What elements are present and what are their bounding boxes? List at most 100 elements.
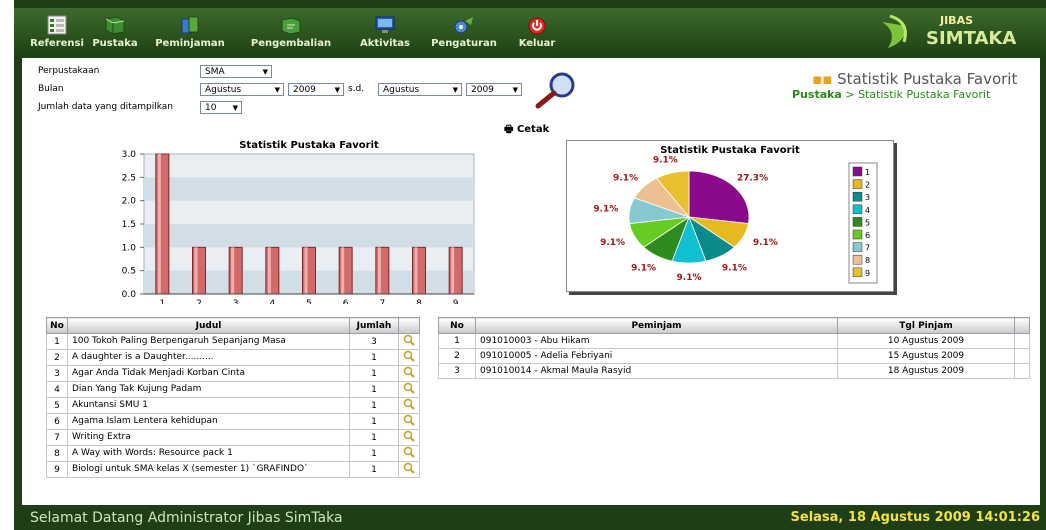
magnifier-icon [403, 414, 415, 426]
menu-pustaka[interactable]: Pustaka [90, 8, 140, 58]
perpustakaan-select[interactable]: SMA ▼ [200, 65, 272, 78]
legend-swatch [852, 166, 863, 177]
menu-label: Pengaturan [431, 38, 497, 49]
view-detail-button[interactable] [398, 381, 420, 398]
slice-value-label: 9.1% [631, 263, 656, 273]
perpustakaan-label: Perpustakaan [38, 66, 100, 76]
legend-swatch [852, 229, 863, 240]
jumlah-label: Jumlah data yang ditampilkan [38, 102, 173, 112]
menu-pengembalian[interactable]: Pengembalian [240, 8, 342, 58]
y-tick-label: 2.0 [122, 197, 137, 207]
view-detail-button[interactable] [398, 365, 420, 382]
legend-label: 5 [865, 218, 870, 227]
status-footer: Selamat Datang Administrator Jibas SimTa… [14, 505, 1046, 530]
menu-peminjaman[interactable]: Peminjaman [146, 8, 234, 58]
menu-keluar[interactable]: Keluar [512, 8, 562, 58]
bar-highlight [231, 247, 235, 294]
cell-no: 6 [46, 413, 68, 430]
logo-top: JIBAS [939, 14, 973, 27]
legend-label: 2 [865, 181, 870, 190]
search-button[interactable] [530, 70, 580, 110]
book-icon [103, 14, 127, 36]
y-tick-label: 2.5 [122, 173, 136, 183]
chart-bullet-icon: ▪▪ [812, 70, 833, 88]
cell-judul: 100 Tokoh Paling Berpengaruh Sepanjang M… [67, 333, 350, 350]
slice-value-label: 9.1% [753, 238, 778, 248]
cell-jumlah: 1 [349, 397, 399, 414]
menu-pengaturan[interactable]: Pengaturan [424, 8, 504, 58]
y-tick-label: 3.0 [122, 150, 137, 160]
chevron-down-icon: ▼ [262, 68, 268, 76]
datetime-text: Selasa, 18 Agustus 2009 14:01:26 [790, 510, 1040, 525]
table-row: 3 Agar Anda Tidak Menjadi Korban Cinta 1 [46, 365, 420, 382]
view-detail-button[interactable] [398, 413, 420, 430]
table-header-row: No Peminjam Tgl Pinjam [438, 317, 1030, 334]
breadcrumb-root[interactable]: Pustaka [792, 88, 842, 101]
cell-scroll [1014, 348, 1030, 364]
bulan-from-year-select[interactable]: 2009 ▼ [288, 83, 344, 96]
legend-swatch [852, 217, 863, 227]
col-judul: Judul [67, 317, 350, 334]
magnifier-icon [403, 446, 415, 458]
menu-label: Peminjaman [155, 38, 225, 49]
settings-icon [452, 14, 476, 36]
borrow-icon [178, 14, 202, 36]
magnifier-icon [403, 382, 415, 394]
grid-band [144, 177, 474, 201]
legend-label: 4 [865, 206, 870, 215]
view-detail-button[interactable] [398, 397, 420, 414]
cell-tgl-pinjam: 15 Agustus 2009 [837, 348, 1015, 364]
cell-judul: A daughter is a Daughter.......... [67, 349, 350, 366]
view-detail-button[interactable] [398, 429, 420, 446]
bar [265, 246, 280, 295]
bulan-from-month-select[interactable]: Agustus ▼ [200, 83, 284, 96]
print-button[interactable]: 🖶 Cetak [504, 122, 549, 139]
chevron-down-icon: ▼ [512, 86, 518, 94]
table-header-row: No Judul Jumlah [46, 317, 420, 334]
legend-swatch [852, 204, 863, 215]
table-row: 5 Akuntansi SMU 11 [46, 397, 420, 414]
pie-chart-title: Statistik Pustaka Favorit [660, 145, 800, 156]
cell-jumlah: 1 [349, 365, 399, 382]
cell-no: 5 [46, 397, 68, 414]
menu-aktivitas[interactable]: Aktivitas [352, 8, 418, 58]
jumlah-select[interactable]: 10 ▼ [200, 101, 242, 114]
printer-icon: 🖶 [504, 124, 514, 135]
bulan-to-month-select[interactable]: Agustus ▼ [378, 83, 462, 96]
menu-referensi[interactable]: Referensi [26, 8, 88, 58]
cell-jumlah: 1 [349, 429, 399, 446]
legend-label: 3 [865, 193, 870, 202]
magnifier-icon [403, 398, 415, 410]
view-detail-button[interactable] [398, 349, 420, 366]
cell-no: 1 [46, 333, 68, 350]
slice-value-label: 27.3% [737, 174, 768, 184]
magnifier-icon [403, 334, 415, 346]
pie-chart: Statistik Pustaka Favorit 27.3% 9.1% 9.1% 9.… [593, 145, 878, 284]
simtaka-logo: JIBAS SIMTAKA [880, 12, 1030, 50]
cell-jumlah: 1 [349, 445, 399, 462]
list-icon [45, 14, 69, 36]
bar-highlight [414, 247, 418, 294]
bar-highlight [194, 247, 198, 294]
menu-label: Keluar [518, 38, 556, 49]
x-tick-label: 7 [379, 299, 385, 304]
x-tick-label: 6 [343, 299, 349, 304]
cell-judul: Akuntansi SMU 1 [67, 397, 350, 414]
slice-value-label: 9.1% [653, 155, 678, 165]
page-title: ▪▪ Statistik Pustaka Favorit [812, 70, 1018, 88]
cell-judul: A Way with Words: Resource pack 1 [67, 445, 350, 462]
x-tick-label: 8 [416, 299, 422, 304]
view-detail-button[interactable] [398, 461, 420, 478]
bulan-to-year-select[interactable]: 2009 ▼ [466, 83, 522, 96]
cell-no: 2 [438, 348, 476, 364]
view-detail-button[interactable] [398, 333, 420, 350]
power-icon [525, 14, 549, 36]
col-jumlah: Jumlah [349, 317, 399, 334]
y-tick-label: 1.5 [122, 220, 136, 230]
cell-jumlah: 3 [349, 333, 399, 350]
cell-no: 9 [46, 461, 68, 478]
y-tick-label: 1.0 [122, 243, 137, 253]
view-detail-button[interactable] [398, 445, 420, 462]
magnifier-icon [403, 462, 415, 474]
bar-highlight [304, 247, 308, 294]
